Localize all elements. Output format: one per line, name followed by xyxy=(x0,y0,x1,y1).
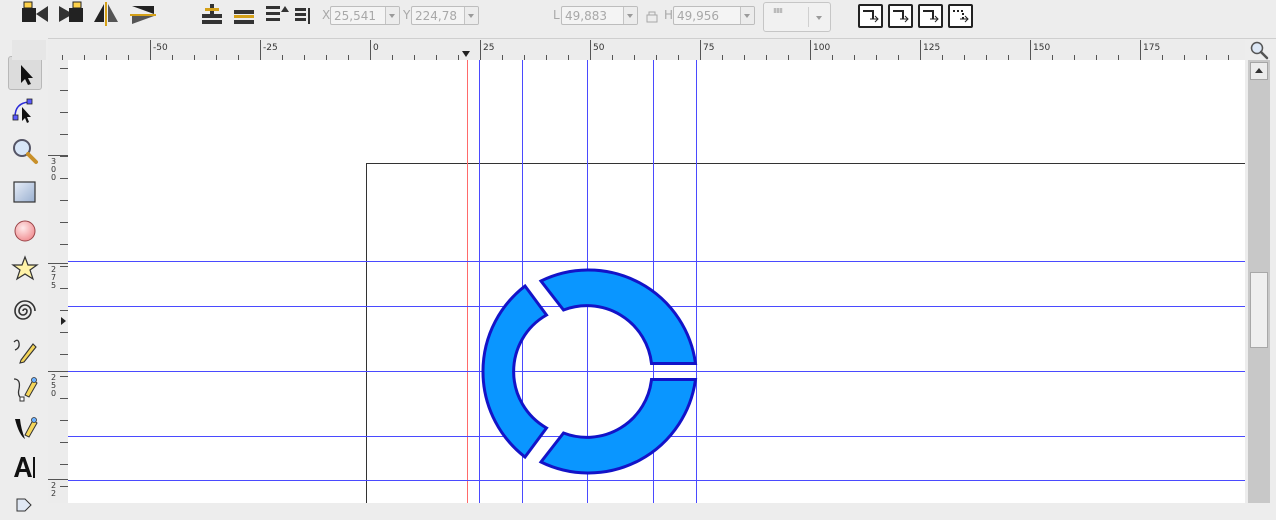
pen-tool[interactable] xyxy=(8,372,42,406)
scale-stroke-icon xyxy=(863,10,879,23)
scroll-up-button[interactable] xyxy=(1250,62,1268,80)
node-edit-icon xyxy=(12,98,33,123)
move-patterns-icon xyxy=(953,10,969,23)
canvas-drawing xyxy=(68,60,1245,503)
width-field[interactable]: 49,883 xyxy=(561,6,638,25)
ruler-position-marker xyxy=(61,317,66,325)
ruler-label: 150 xyxy=(1033,43,1050,53)
ruler-label: 125 xyxy=(923,43,940,53)
flip-vertical-icon[interactable] xyxy=(128,0,160,30)
ruler-label: 5 xyxy=(51,281,56,290)
node-tool[interactable] xyxy=(8,94,42,128)
rotate-90-ccw-icon[interactable] xyxy=(18,0,52,30)
zoom-tool[interactable] xyxy=(8,134,42,168)
vertical-ruler[interactable]: 30027525022 xyxy=(48,60,68,503)
calligraphy-pen-icon xyxy=(15,417,38,439)
units-dropdown[interactable]: ıııııı xyxy=(763,2,831,32)
ruler-label: 0 xyxy=(51,389,56,398)
ruler-label: -25 xyxy=(263,43,278,53)
y-field[interactable]: 224,78 xyxy=(411,6,479,25)
raise-icon[interactable] xyxy=(230,0,260,30)
spiral-icon xyxy=(14,300,36,320)
ruler-corner xyxy=(12,40,46,60)
ellipse-tool[interactable] xyxy=(8,214,42,248)
move-patterns-toggle[interactable] xyxy=(948,4,973,28)
height-field[interactable]: 49,956 xyxy=(673,6,755,25)
gradient-tool[interactable] xyxy=(8,486,42,520)
zoom-fit-icon[interactable] xyxy=(1248,40,1270,60)
vertical-scrollbar[interactable] xyxy=(1248,60,1270,503)
tool-controls-bar: X 25,541 Y 224,78 L 49,883 H 49,956 ıııı… xyxy=(0,0,1276,39)
ruler-label: -50 xyxy=(153,43,168,53)
move-gradients-toggle[interactable] xyxy=(918,4,943,28)
height-label: H xyxy=(664,8,674,22)
raise-to-top-icon[interactable] xyxy=(198,0,228,30)
scale-corners-icon xyxy=(893,10,909,23)
x-field[interactable]: 25,541 xyxy=(330,6,400,25)
pencil-tool[interactable] xyxy=(8,333,42,367)
flip-horizontal-icon[interactable] xyxy=(90,0,122,30)
chevron-down-icon xyxy=(808,7,831,27)
y-spin-arrows[interactable] xyxy=(464,7,478,24)
rotate-90-cw-icon[interactable] xyxy=(55,0,87,30)
ruler-label: 2 xyxy=(51,489,56,498)
gradient-icon xyxy=(16,498,32,512)
toolbox xyxy=(0,38,48,512)
ruler-label: 100 xyxy=(813,43,830,53)
text-tool[interactable] xyxy=(8,450,42,484)
calligraphy-tool[interactable] xyxy=(8,412,42,446)
ring-segment-top[interactable] xyxy=(538,268,698,365)
move-gradients-icon xyxy=(923,10,939,23)
selector-tool[interactable] xyxy=(8,56,42,90)
pencil-icon xyxy=(13,339,37,364)
ruler-label: 50 xyxy=(593,43,605,53)
rectangle-icon xyxy=(13,181,36,203)
star-icon xyxy=(11,255,39,281)
ruler-label: 75 xyxy=(703,43,714,53)
lower-icon[interactable] xyxy=(262,0,292,30)
rectangle-tool[interactable] xyxy=(8,175,42,209)
star-tool[interactable] xyxy=(8,252,42,286)
width-label: L xyxy=(553,8,560,22)
y-label: Y xyxy=(403,8,411,22)
arrow-pointer-icon xyxy=(21,65,33,85)
scroll-thumb[interactable] xyxy=(1250,272,1268,348)
height-spin-arrows[interactable] xyxy=(740,7,754,24)
drawing-canvas[interactable] xyxy=(68,60,1245,503)
ring-segment-bottom[interactable] xyxy=(538,378,698,475)
scale-corners-toggle[interactable] xyxy=(888,4,913,28)
ruler-label: 0 xyxy=(51,173,56,182)
spiral-tool[interactable] xyxy=(8,294,42,328)
ruler-position-marker xyxy=(462,51,470,57)
bezier-pen-icon xyxy=(13,377,38,402)
width-spin-arrows[interactable] xyxy=(623,7,637,24)
scale-stroke-toggle[interactable] xyxy=(858,4,883,28)
ruler-label: 25 xyxy=(483,43,494,53)
ruler-label: 0 xyxy=(373,43,379,53)
ellipse-icon xyxy=(14,220,36,242)
ruler-label: 175 xyxy=(1143,43,1160,53)
lock-icon[interactable] xyxy=(645,9,659,23)
x-label: X xyxy=(322,8,331,22)
text-icon xyxy=(14,457,35,478)
lower-to-bottom-icon[interactable] xyxy=(292,0,316,30)
x-spin-arrows[interactable] xyxy=(385,7,399,24)
horizontal-ruler[interactable]: -50 -25 0 25 50 75 100 125 150 175 xyxy=(48,40,1245,60)
magnifier-icon xyxy=(13,139,38,164)
